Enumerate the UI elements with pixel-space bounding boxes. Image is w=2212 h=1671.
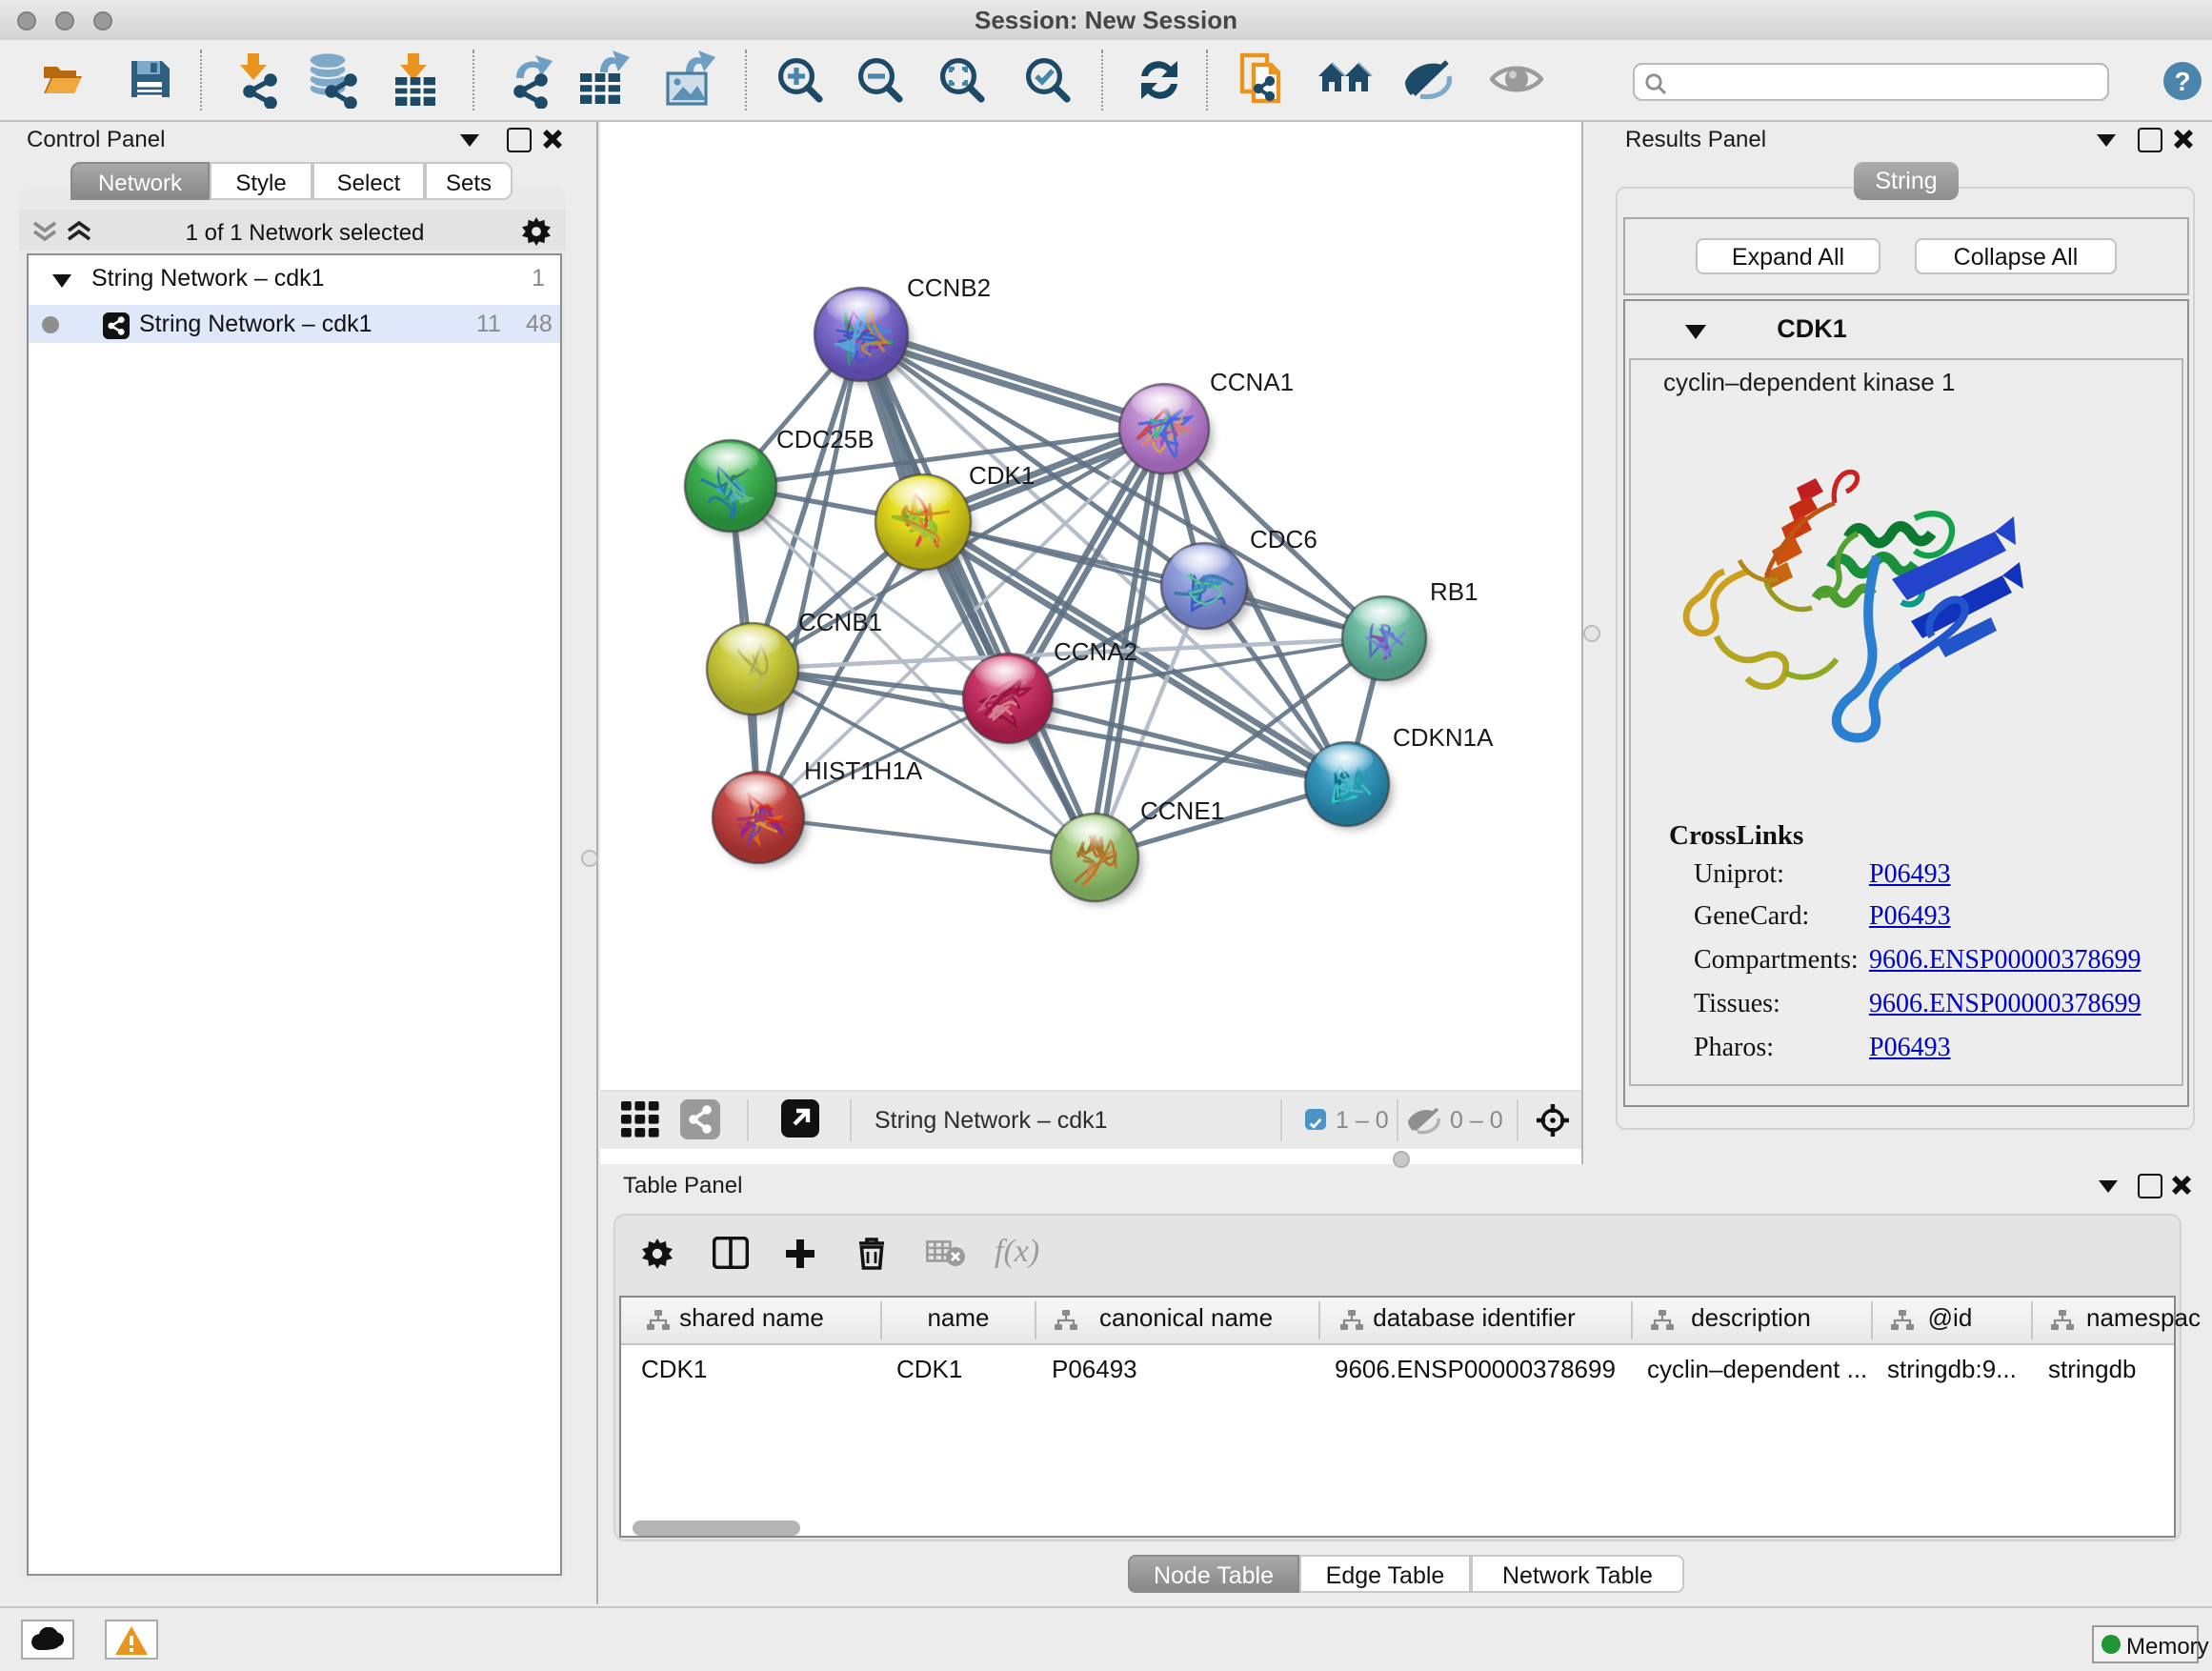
svg-text:CCNE1: CCNE1 xyxy=(1140,796,1224,825)
svg-text:RB1: RB1 xyxy=(1430,577,1478,606)
svg-text:?: ? xyxy=(2174,67,2190,96)
svg-text:CDC6: CDC6 xyxy=(1250,525,1317,554)
svg-text:CCNA1: CCNA1 xyxy=(1210,368,1294,396)
svg-text:CDKN1A: CDKN1A xyxy=(1393,723,1494,752)
svg-text:CDC25B: CDC25B xyxy=(776,425,875,453)
svg-text:CCNB2: CCNB2 xyxy=(907,273,991,302)
svg-text:CCNA2: CCNA2 xyxy=(1054,637,1137,666)
svg-text:HIST1H1A: HIST1H1A xyxy=(804,756,923,785)
svg-text:CCNB1: CCNB1 xyxy=(798,608,882,636)
svg-text:CDK1: CDK1 xyxy=(969,461,1035,490)
